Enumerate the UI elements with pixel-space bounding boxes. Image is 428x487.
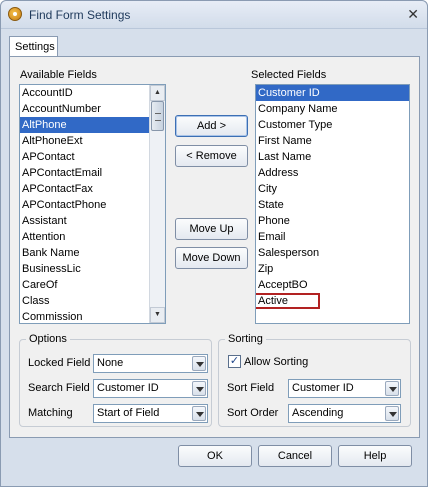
list-item[interactable]: First Name [256, 133, 409, 149]
window-title: Find Form Settings [29, 8, 131, 22]
matching-select[interactable]: Start of Field [93, 404, 208, 423]
list-item[interactable]: Company Name [256, 101, 409, 117]
list-item[interactable]: State [256, 197, 409, 213]
list-item[interactable]: AltPhone [20, 117, 149, 133]
locked-field-value: None [97, 357, 124, 369]
list-item[interactable]: APContact [20, 149, 149, 165]
ok-button[interactable]: OK [178, 445, 252, 467]
options-group: Options Locked Field None Search Field C… [19, 333, 212, 427]
list-item[interactable]: APContactFax [20, 181, 149, 197]
available-fields-scrollbar[interactable]: ▲ ▼ [149, 85, 165, 323]
list-item[interactable]: Bank Name [20, 245, 149, 261]
sort-order-label: Sort Order [227, 407, 279, 419]
search-field-value: Customer ID [97, 382, 159, 394]
chevron-down-icon[interactable] [192, 406, 206, 421]
list-item[interactable]: AcceptBO [256, 277, 409, 293]
list-item[interactable]: AccountID [20, 85, 149, 101]
chevron-down-icon[interactable] [192, 381, 206, 396]
sort-order-value: Ascending [292, 407, 344, 419]
matching-label: Matching [28, 407, 73, 419]
scroll-thumb[interactable] [151, 101, 164, 131]
app-icon [8, 7, 22, 21]
settings-panel: Available Fields AccountID AccountNumber A… [9, 56, 420, 438]
list-item[interactable]: AltPhoneExt [20, 133, 149, 149]
sort-order-select[interactable]: Ascending [288, 404, 401, 423]
chevron-down-icon[interactable] [385, 406, 399, 421]
list-item[interactable]: Address [256, 165, 409, 181]
list-item[interactable]: APContactEmail [20, 165, 149, 181]
options-group-title: Options [26, 333, 70, 345]
sort-field-value: Customer ID [292, 382, 354, 394]
help-button[interactable]: Help [338, 445, 412, 467]
sort-field-label: Sort Field [227, 382, 275, 394]
locked-field-select[interactable]: None [93, 354, 208, 373]
list-item[interactable]: Class [20, 293, 149, 309]
cancel-button[interactable]: Cancel [258, 445, 332, 467]
search-field-select[interactable]: Customer ID [93, 379, 208, 398]
available-fields-label: Available Fields [20, 69, 97, 81]
close-icon[interactable]: ✕ [407, 6, 419, 23]
sorting-group-title: Sorting [225, 333, 266, 345]
selected-fields-list[interactable]: Customer ID Company Name Customer Type Firs… [255, 84, 410, 324]
list-item[interactable]: Active [256, 293, 320, 309]
chevron-down-icon[interactable] [192, 356, 206, 371]
matching-value: Start of Field [97, 407, 160, 419]
list-item[interactable]: Customer Type [256, 117, 409, 133]
selected-fields-label: Selected Fields [251, 69, 327, 81]
add-button[interactable]: Add > [175, 115, 248, 137]
scroll-down-icon[interactable]: ▼ [150, 307, 165, 323]
list-item[interactable]: Salesperson [256, 245, 409, 261]
title-bar: Find Form Settings ✕ [1, 1, 427, 29]
allow-sorting-label: Allow Sorting [244, 356, 309, 368]
remove-button[interactable]: < Remove [175, 145, 248, 167]
list-item[interactable]: Customer ID [256, 85, 409, 101]
search-field-label: Search Field [28, 382, 90, 394]
sort-field-select[interactable]: Customer ID [288, 379, 401, 398]
list-item[interactable]: CareOf [20, 277, 149, 293]
move-up-button[interactable]: Move Up [175, 218, 248, 240]
list-item[interactable]: Commission [20, 309, 149, 323]
list-item[interactable]: Email [256, 229, 409, 245]
locked-field-label: Locked Field [28, 357, 91, 369]
list-item[interactable]: Phone [256, 213, 409, 229]
find-form-settings-dialog: Find Form Settings ✕ Settings Available … [0, 0, 428, 487]
move-down-button[interactable]: Move Down [175, 247, 248, 269]
allow-sorting-checkbox[interactable]: ✓ [228, 355, 241, 368]
available-fields-list[interactable]: AccountID AccountNumber AltPhone AltPhoneEx… [19, 84, 166, 324]
tab-settings[interactable]: Settings [9, 36, 58, 57]
list-item[interactable]: BusinessLic [20, 261, 149, 277]
list-item[interactable]: APContactPhone [20, 197, 149, 213]
list-item[interactable]: City [256, 181, 409, 197]
list-item[interactable]: Zip [256, 261, 409, 277]
chevron-down-icon[interactable] [385, 381, 399, 396]
list-item[interactable]: Attention [20, 229, 149, 245]
list-item[interactable]: AccountNumber [20, 101, 149, 117]
scroll-up-icon[interactable]: ▲ [150, 85, 165, 101]
list-item[interactable]: Last Name [256, 149, 409, 165]
sorting-group: Sorting ✓ Allow Sorting Sort Field Custo… [218, 333, 411, 427]
list-item[interactable]: Assistant [20, 213, 149, 229]
